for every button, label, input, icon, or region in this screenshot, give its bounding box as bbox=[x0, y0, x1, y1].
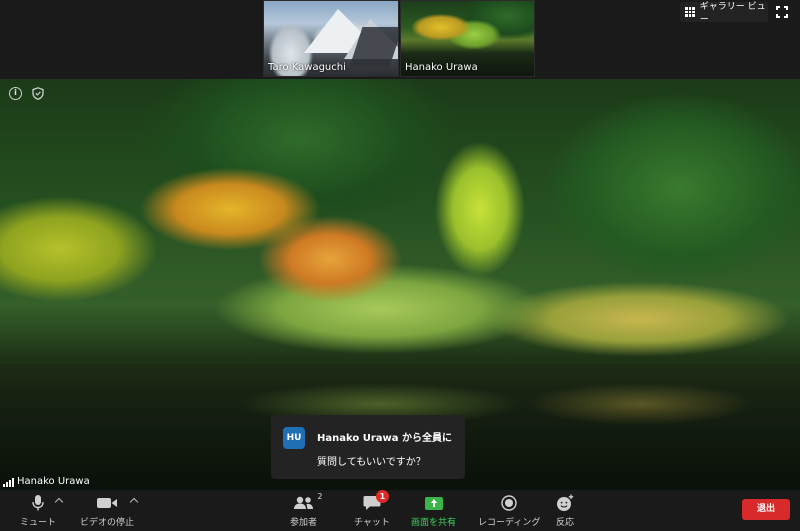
shield-icon[interactable] bbox=[32, 87, 44, 100]
avatar: HU bbox=[283, 427, 305, 449]
grid-icon bbox=[685, 7, 695, 17]
leave-meeting-button[interactable]: 退出 bbox=[742, 499, 790, 520]
share-screen-icon bbox=[424, 496, 443, 510]
reactions-label: 反応 bbox=[556, 518, 575, 528]
chat-message: 質問してもいいですか？ bbox=[317, 457, 426, 468]
info-icon[interactable]: i bbox=[9, 87, 22, 100]
microphone-icon bbox=[32, 494, 44, 512]
record-label: レコーディング bbox=[478, 518, 541, 528]
record-icon bbox=[501, 494, 517, 512]
mute-button[interactable]: ミュート bbox=[20, 494, 56, 528]
participants-label: 参加者 bbox=[290, 518, 318, 528]
share-screen-label: 画面を共有 bbox=[411, 518, 457, 528]
stop-video-button[interactable]: ビデオの停止 bbox=[80, 494, 134, 528]
signal-icon bbox=[3, 478, 14, 487]
meeting-toolbar: ミュート ビデオの停止 2 参加者 1 チャット 画面を共有 レコーディング 反… bbox=[0, 490, 800, 531]
participant-name: Hanako Urawa bbox=[405, 62, 478, 73]
participants-icon: 2 bbox=[293, 492, 323, 512]
share-screen-icon-wrap bbox=[424, 494, 443, 512]
mute-label: ミュート bbox=[20, 518, 57, 528]
participant-count: 2 bbox=[317, 492, 323, 501]
thumbnail-strip: Taro Kawaguchi Hanako Urawa ギャラリー ビュー bbox=[0, 0, 800, 79]
record-button[interactable]: レコーディング bbox=[478, 494, 540, 528]
speaker-name-tag: Hanako Urawa bbox=[3, 476, 90, 487]
participant-thumbnail-taro[interactable]: Taro Kawaguchi bbox=[263, 0, 399, 77]
chat-sender: Hanako Urawa から全員に bbox=[317, 433, 452, 444]
participant-name: Taro Kawaguchi bbox=[268, 62, 346, 73]
participant-thumbnail-hanako[interactable]: Hanako Urawa bbox=[400, 0, 535, 77]
chat-button[interactable]: 1 チャット bbox=[354, 490, 390, 528]
gallery-view-button[interactable]: ギャラリー ビュー bbox=[680, 2, 768, 25]
share-screen-button[interactable]: 画面を共有 bbox=[411, 494, 456, 528]
chat-icon: 1 bbox=[363, 490, 389, 512]
chat-label: チャット bbox=[354, 518, 390, 528]
fullscreen-icon[interactable] bbox=[776, 6, 788, 18]
gallery-view-label: ギャラリー ビュー bbox=[699, 2, 766, 25]
reactions-button[interactable]: 反応 bbox=[556, 494, 574, 528]
chat-notification[interactable]: HU Hanako Urawa から全員に 質問してもいいですか？ bbox=[271, 415, 465, 479]
chat-unread-badge: 1 bbox=[375, 490, 389, 503]
participants-button[interactable]: 2 参加者 bbox=[290, 492, 323, 528]
audio-options-chevron-icon[interactable] bbox=[54, 497, 64, 507]
speaker-name: Hanako Urawa bbox=[17, 476, 90, 487]
emoji-icon bbox=[556, 494, 574, 512]
stop-video-label: ビデオの停止 bbox=[80, 518, 135, 528]
video-camera-icon bbox=[96, 494, 118, 512]
